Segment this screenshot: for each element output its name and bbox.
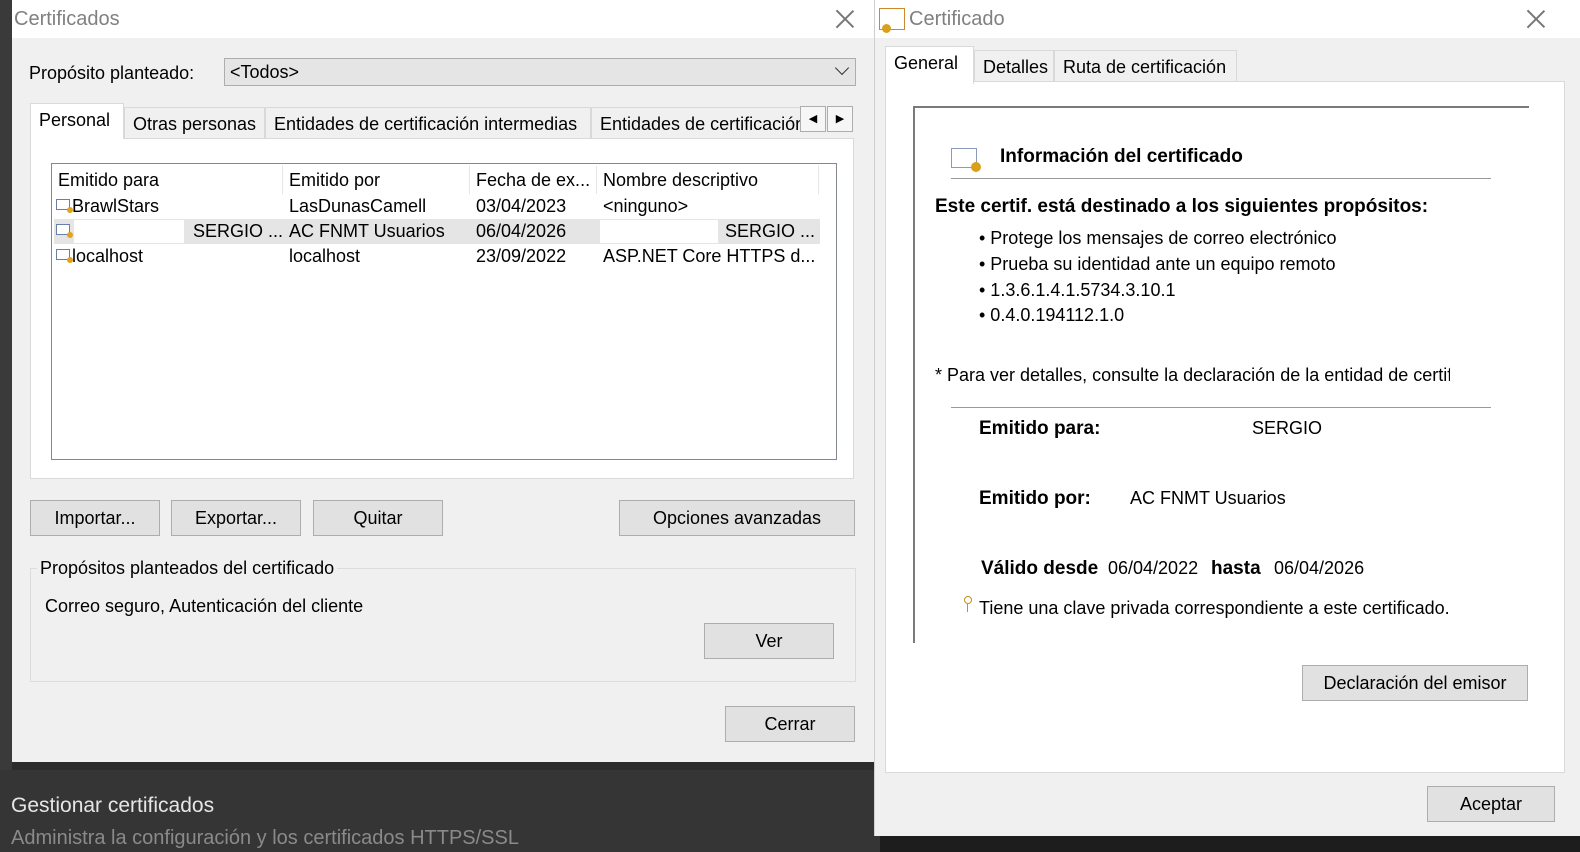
tabs-scroll-right-button[interactable]: ▶ <box>827 106 853 132</box>
purpose-select-value: <Todos> <box>230 62 300 82</box>
valid-to-value: 06/04/2026 <box>1274 558 1365 578</box>
column-header-issued-to[interactable]: Emitido para <box>52 166 283 194</box>
intended-purposes-value: Correo seguro, Autenticación del cliente <box>45 596 364 616</box>
cell-expiration: 23/09/2022 <box>476 246 567 266</box>
manage-certificates-title[interactable]: Gestionar certificados <box>11 794 214 818</box>
purposes-heading: Este certif. está destinado a los siguie… <box>935 196 1429 217</box>
purpose-label: Propósito planteado: <box>29 63 195 83</box>
purpose-item: • Prueba su identidad ante un equipo rem… <box>979 254 1336 274</box>
divider <box>951 178 1491 179</box>
certificate-info-box: Información del certificado Este certif.… <box>913 106 1529 643</box>
background-panel-dark <box>880 836 1580 852</box>
certificates-dialog: Certificados Propósito planteado: <Todos… <box>12 0 874 762</box>
certificates-title: Certificados <box>14 8 120 30</box>
export-button[interactable]: Exportar... <box>171 500 301 536</box>
divider <box>951 407 1491 408</box>
purpose-item: • 1.3.6.1.4.1.5734.3.10.1 <box>979 280 1176 300</box>
redacted-area <box>74 220 184 243</box>
purpose-item: • Protege los mensajes de correo electró… <box>979 228 1337 248</box>
certificate-tabs: General Detalles Ruta de certificación <box>885 46 1285 84</box>
tabs-scroll-left-button[interactable]: ◀ <box>800 106 826 132</box>
cell-issued-by: LasDunasCamell <box>289 196 427 216</box>
tab-personal[interactable]: Personal <box>30 103 124 139</box>
key-icon <box>962 596 972 612</box>
certificate-icon <box>56 249 73 263</box>
accept-button[interactable]: Aceptar <box>1427 786 1555 822</box>
close-button[interactable]: Cerrar <box>725 706 855 742</box>
tab-intermediate-cas[interactable]: Entidades de certificación intermedias <box>265 107 591 139</box>
certificate-dialog: Certificado General Detalles Ruta de cer… <box>874 0 1580 836</box>
cell-issued-to: SERGIO ... <box>193 221 284 241</box>
close-icon[interactable] <box>1521 4 1551 34</box>
cell-issued-by: localhost <box>289 246 361 266</box>
column-header-friendly-name[interactable]: Nombre descriptivo <box>597 166 819 194</box>
tab-details[interactable]: Detalles <box>974 50 1054 82</box>
cell-friendly-name: <ninguno> <box>603 196 689 216</box>
issued-to-value: SERGIO <box>1252 418 1323 438</box>
table-row[interactable]: SERGIO ... AC FNMT Usuarios 06/04/2026 S… <box>54 219 820 244</box>
tab-other-people[interactable]: Otras personas <box>124 107 265 139</box>
close-icon[interactable] <box>830 4 860 34</box>
cell-expiration: 03/04/2023 <box>476 196 567 216</box>
certificate-info-heading: Información del certificado <box>1000 146 1243 167</box>
column-header-expiration[interactable]: Fecha de ex... <box>470 166 597 194</box>
tab-certification-path[interactable]: Ruta de certificación <box>1054 50 1237 82</box>
chevron-down-icon <box>834 60 850 76</box>
certificate-title: Certificado <box>909 8 1005 30</box>
valid-from-label: Válido desde <box>981 558 1099 579</box>
private-key-note: Tiene una clave privada correspondiente … <box>979 598 1450 618</box>
import-button[interactable]: Importar... <box>30 500 160 536</box>
table-row[interactable]: BrawlStars LasDunasCamell 03/04/2023 <ni… <box>54 194 820 219</box>
cell-issued-to: BrawlStars <box>72 196 160 216</box>
general-tab-panel: Información del certificado Este certif.… <box>885 81 1565 773</box>
issuer-statement-button[interactable]: Declaración del emisor <box>1302 665 1528 701</box>
table-row[interactable]: localhost localhost 23/09/2022 ASP.NET C… <box>54 244 820 269</box>
intended-purposes-title: Propósitos planteados del certificado <box>37 558 338 579</box>
valid-from-value: 06/04/2022 <box>1108 558 1199 578</box>
certificates-titlebar: Certificados <box>12 0 874 38</box>
view-button[interactable]: Ver <box>704 623 834 659</box>
cell-issued-to: localhost <box>72 246 144 266</box>
cell-expiration: 06/04/2026 <box>476 221 567 241</box>
valid-to-label: hasta <box>1211 558 1261 579</box>
cell-issued-by: AC FNMT Usuarios <box>289 221 445 241</box>
purpose-item: • 0.4.0.194112.1.0 <box>979 305 1125 325</box>
certificate-icon <box>56 199 73 213</box>
personal-tab-panel: Emitido para Emitido por Fecha de ex... … <box>30 138 854 479</box>
cell-friendly-name: ASP.NET Core HTTPS d... <box>603 246 816 266</box>
column-header-issued-by[interactable]: Emitido por <box>283 166 470 194</box>
certificate-titlebar: Certificado <box>875 0 1580 38</box>
issued-by-value: AC FNMT Usuarios <box>1130 488 1286 508</box>
tab-trusted-root-cas[interactable]: Entidades de certificación raíz de confi… <box>591 107 810 139</box>
manage-certificates-subtitle: Administra la configuración y los certif… <box>11 827 519 849</box>
background-window-edge <box>0 0 12 770</box>
purpose-select[interactable]: <Todos> <box>224 58 856 86</box>
certificate-list[interactable]: Emitido para Emitido por Fecha de ex... … <box>51 163 837 460</box>
issued-by-label: Emitido por: <box>979 488 1091 509</box>
cell-friendly-name: SERGIO ... <box>725 221 816 241</box>
certificate-info-icon <box>951 148 981 172</box>
certificate-icon <box>56 224 73 238</box>
advanced-options-button[interactable]: Opciones avanzadas <box>619 500 855 536</box>
certificate-store-tabs: Personal Otras personas Entidades de cer… <box>30 103 810 139</box>
tab-general[interactable]: General <box>885 46 974 84</box>
remove-button[interactable]: Quitar <box>313 500 443 536</box>
redacted-area <box>600 220 718 243</box>
issued-to-label: Emitido para: <box>979 418 1101 439</box>
details-note: * Para ver detalles, consulte la declara… <box>935 365 1450 385</box>
certificate-icon <box>879 8 905 33</box>
